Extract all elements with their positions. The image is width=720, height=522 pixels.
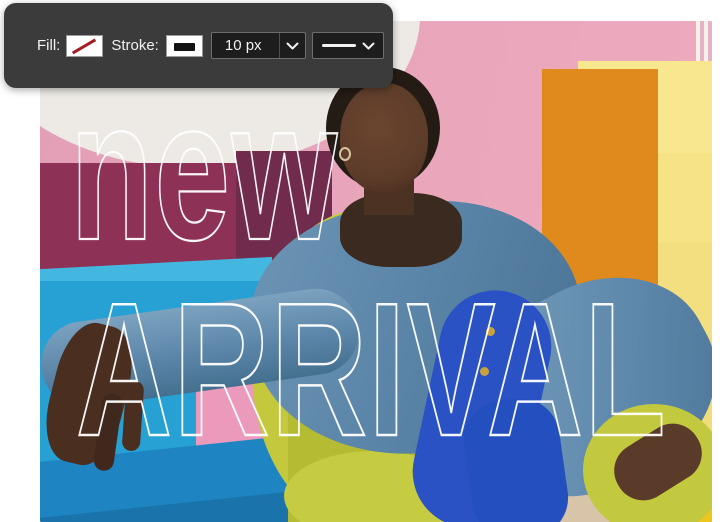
none-fill-icon [72, 37, 97, 54]
solid-line-icon [321, 44, 356, 47]
stroke-style-dropdown[interactable] [311, 32, 384, 59]
headline-text-new[interactable]: new [69, 69, 339, 271]
headline-text-arrival[interactable]: ARRIVAL [75, 274, 667, 467]
stroke-width-dropdown[interactable]: 10 px [210, 32, 306, 59]
stroke-swatch-button[interactable] [165, 34, 203, 57]
properties-toolbar: Fill: Stroke: 10 px [4, 3, 393, 88]
stroke-color-icon [173, 42, 195, 51]
stroke-width-value: 10 px [224, 37, 262, 54]
design-canvas-stage: new ARRIVAL Fill: Stroke: 10 px [0, 0, 720, 522]
hoop-earring [339, 147, 351, 161]
chevron-down-icon [278, 33, 305, 58]
fill-swatch-button[interactable] [66, 34, 104, 57]
stroke-label: Stroke: [111, 37, 159, 54]
fill-label: Fill: [37, 37, 61, 54]
photo-image[interactable]: new ARRIVAL [40, 21, 712, 522]
model-face [340, 83, 428, 193]
chevron-down-icon [362, 42, 375, 50]
